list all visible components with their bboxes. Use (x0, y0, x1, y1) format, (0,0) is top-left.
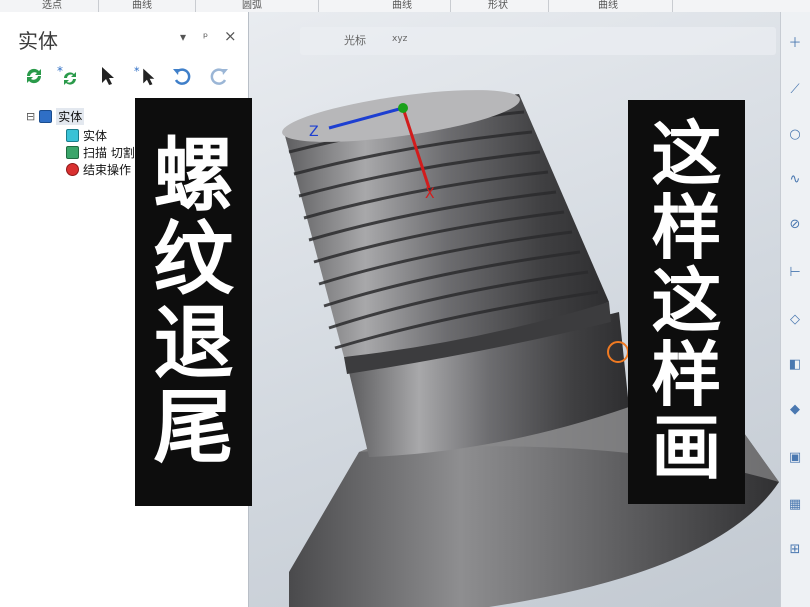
regenerate-all-icon[interactable]: * (56, 64, 80, 88)
select-all-cursor-icon[interactable]: * (134, 64, 158, 88)
solid-icon (66, 129, 79, 142)
caption-char: 纹 (153, 213, 234, 306)
circle-icon[interactable]: ○ (786, 125, 804, 143)
tab-curves[interactable]: 曲线 (132, 0, 152, 11)
curve-icon[interactable]: ∿ (786, 170, 804, 188)
grid-icon[interactable]: ⊞ (786, 540, 804, 558)
z-axis-label: Z (309, 124, 319, 140)
layers-icon[interactable]: ◆ (786, 400, 804, 418)
caption-char: 画 (651, 407, 722, 490)
tab-curves-3[interactable]: 曲线 (598, 0, 618, 11)
tab-divider (548, 0, 549, 12)
caption-char: 这 (651, 260, 722, 343)
section-icon[interactable]: ⊘ (786, 215, 804, 233)
tab-divider (195, 0, 196, 12)
x-axis-label: X (425, 186, 435, 202)
svg-text:*: * (134, 65, 140, 78)
brush-icon[interactable]: ◇ (786, 310, 804, 328)
tab-arcs[interactable]: 圆弧 (242, 0, 262, 11)
pattern-icon[interactable]: ▦ (786, 495, 804, 513)
tab-shapes[interactable]: 形状 (488, 0, 508, 11)
tab-divider (672, 0, 673, 12)
line-icon[interactable]: ⟋ (786, 80, 804, 98)
caption-char: 螺 (153, 129, 234, 222)
undo-icon[interactable] (170, 64, 194, 88)
sweep-cut-icon (66, 146, 79, 159)
caption-char: 样 (651, 186, 722, 269)
tab-divider (450, 0, 451, 12)
end-operation-icon (66, 163, 79, 176)
add-icon[interactable]: ＋ (786, 32, 804, 51)
tab-divider (318, 0, 319, 12)
shape-icon[interactable]: ◧ (786, 355, 804, 373)
caption-char: 样 (651, 333, 722, 416)
collapse-icon[interactable]: ⊟ (26, 110, 35, 123)
tree-item-solid[interactable]: 实体 (66, 127, 107, 144)
caption-char: 退 (153, 297, 234, 390)
caption-thread-runout: 螺 纹 退 尾 (135, 98, 252, 506)
panel-title: 实体 (18, 29, 58, 53)
select-cursor-icon[interactable] (96, 64, 120, 88)
caption-char: 尾 (153, 381, 234, 474)
solid-group-icon (39, 110, 53, 123)
regenerate-icon[interactable] (22, 64, 46, 88)
close-icon[interactable]: × (224, 27, 237, 45)
tree-item-label: 实体 (83, 129, 108, 143)
tree-root[interactable]: ⊟ 实体 (26, 108, 85, 125)
caption-draw-like-this: 这 样 这 样 画 (628, 100, 745, 504)
axis-origin-marker (398, 103, 408, 113)
tree-item-end-operation[interactable]: 结束操作 (66, 161, 131, 178)
tab-curves-2[interactable]: 曲线 (392, 0, 412, 11)
pin-icon[interactable]: ᵖ (203, 30, 208, 44)
tab-divider (98, 0, 99, 12)
svg-text:*: * (57, 64, 63, 78)
tree-item-label: 扫描 切割 (83, 146, 135, 160)
tree-item-label: 结束操作 (83, 163, 132, 177)
tree-item-sweep-cut[interactable]: 扫描 切割 (66, 144, 135, 161)
tab-points[interactable]: 选点 (42, 0, 62, 11)
panel-dropdown-icon[interactable]: ▾ (180, 30, 186, 44)
redo-icon[interactable] (207, 64, 231, 88)
block-icon[interactable]: ▣ (786, 448, 804, 466)
caption-char: 这 (651, 113, 722, 196)
dimension-icon[interactable]: ⊢ (786, 263, 804, 281)
tree-root-label: 实体 (56, 108, 85, 125)
